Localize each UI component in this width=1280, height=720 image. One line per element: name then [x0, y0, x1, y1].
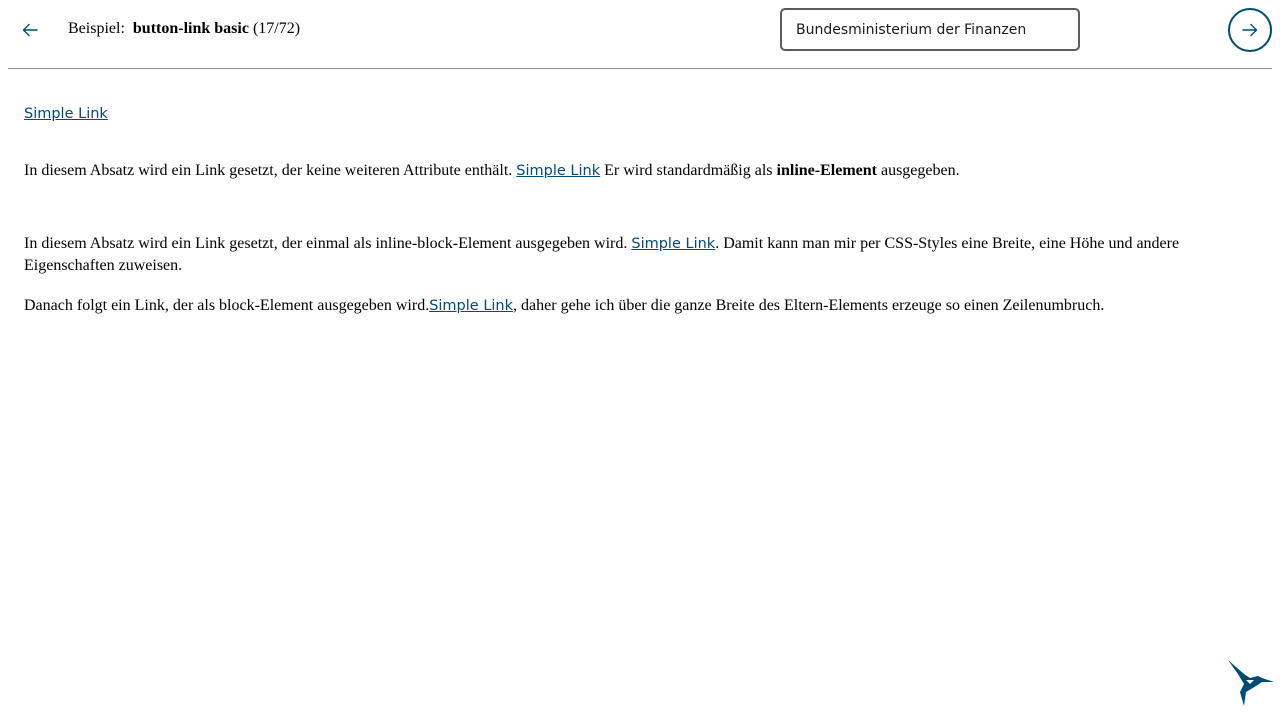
inline-link-paragraph: In diesem Absatz wird ein Link gesetzt, … — [24, 160, 1256, 182]
standalone-link-paragraph: Simple Link — [24, 103, 1256, 125]
arrow-right-icon — [1242, 23, 1258, 37]
inline-block-link-paragraph: In diesem Absatz wird ein Link gesetzt, … — [24, 233, 1256, 276]
text: , daher gehe ich über die ganze Breite d… — [513, 297, 1105, 314]
simple-link-inline[interactable]: Simple Link — [516, 163, 600, 179]
example-prefix: Beispiel: — [68, 20, 125, 37]
simple-link-inline-block[interactable]: Simple Link — [631, 236, 715, 252]
theme-select-value: Bundesministerium der Finanzen — [796, 21, 1027, 38]
bold-text: inline-Element — [776, 162, 877, 179]
previous-example-button[interactable] — [16, 14, 44, 46]
hummingbird-logo-icon — [1224, 656, 1276, 708]
example-content: Simple Link In diesem Absatz wird ein Li… — [24, 103, 1256, 317]
text: In diesem Absatz wird ein Link gesetzt, … — [24, 235, 632, 252]
text: In diesem Absatz wird ein Link gesetzt, … — [24, 162, 517, 179]
example-title: Beispiel: button-link basic (17/72) — [68, 20, 300, 38]
theme-select[interactable]: Bundesministerium der Finanzen — [780, 8, 1080, 51]
text: ausgegeben. — [876, 162, 960, 179]
example-counter: (17/72) — [252, 20, 301, 37]
arrow-left-icon — [22, 23, 38, 37]
next-example-button[interactable] — [1228, 8, 1272, 52]
text: Er wird standardmäßig als — [600, 162, 777, 179]
text: Danach folgt ein Link, der als block-Ele… — [24, 297, 430, 314]
simple-link-block[interactable]: Simple Link — [429, 298, 513, 314]
top-toolbar: Beispiel: button-link basic (17/72) Bunde… — [8, 0, 1272, 69]
block-link-paragraph: Danach folgt ein Link, der als block-Ele… — [24, 295, 1256, 317]
example-name: button-link basic — [132, 20, 249, 37]
simple-link-standalone[interactable]: Simple Link — [24, 106, 108, 122]
